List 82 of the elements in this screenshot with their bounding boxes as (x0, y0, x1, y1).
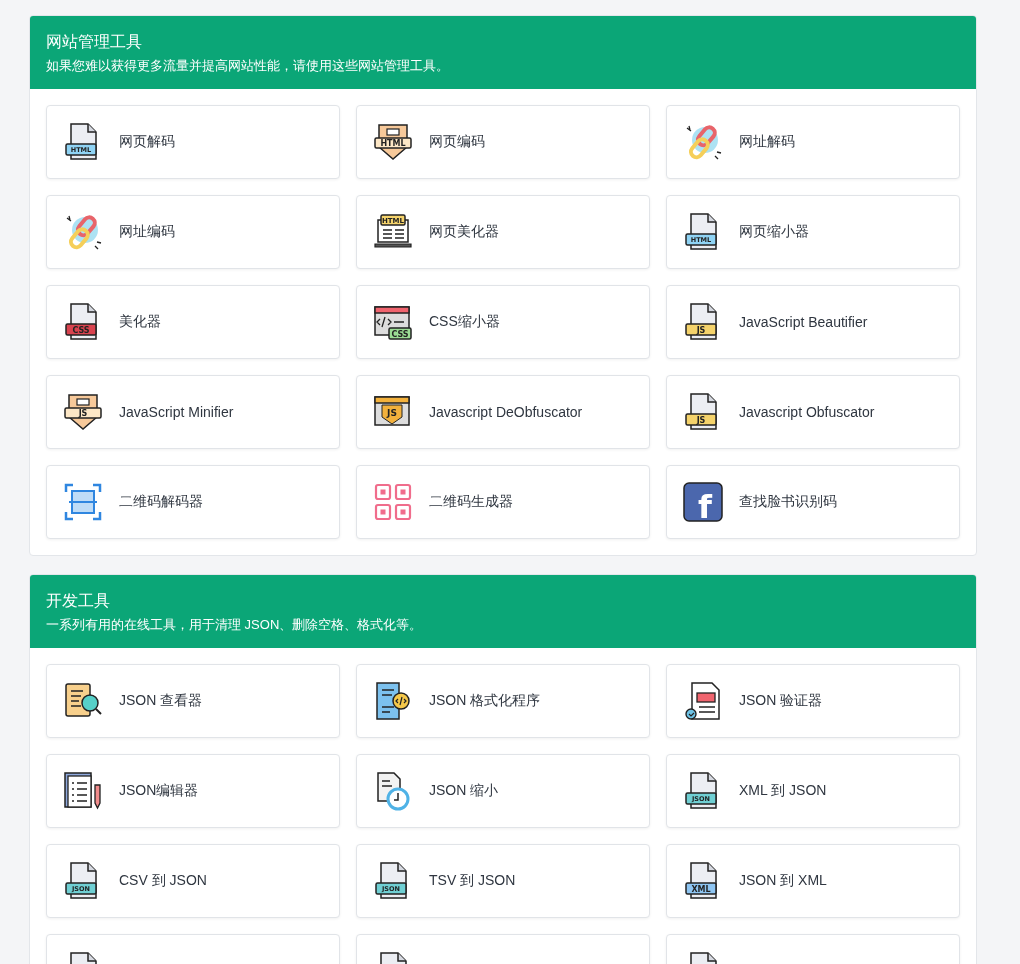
tool-name: TSV 到 JSON (429, 872, 516, 890)
chain-link-icon (66, 213, 102, 252)
section-subtitle: 一系列有用的在线工具，用于清理 JSON、删除空格、格式化等。 (46, 616, 424, 633)
tool-name: 网页解码 (119, 133, 175, 151)
tool-name: 二维码解码器 (119, 493, 203, 511)
icon-label: CSS (72, 325, 90, 335)
tool-name: JSON 查看器 (119, 692, 203, 710)
tool-card[interactable]: 二维码生成器 (356, 465, 650, 539)
tool-card[interactable]: CSS 美化器 (46, 285, 340, 359)
file-icon (375, 862, 407, 899)
file-icon (65, 862, 97, 899)
document-check-icon (685, 682, 720, 720)
tool-name: JavaScript Beautifier (739, 314, 868, 330)
tool-name: Javascript DeObfuscator (429, 404, 583, 420)
tool-name: 网页美化器 (429, 223, 499, 241)
icon-label: JS (696, 415, 706, 425)
tool-card[interactable]: HTML 网页编码 (356, 105, 650, 179)
file-icon (685, 213, 717, 250)
laptop-icon (374, 214, 412, 248)
file-icon (380, 952, 407, 964)
tool-name: JavaScript Minifier (119, 404, 234, 420)
section-subtitle: 如果您难以获得更多流量并提高网站性能，请使用这些网站管理工具。 (46, 57, 450, 74)
browser-window-icon (374, 396, 410, 426)
icon-label: XML (691, 884, 711, 894)
file-icon (685, 303, 717, 340)
tool-card[interactable]: JSON 验证器 (666, 664, 960, 738)
file-icon (65, 303, 97, 340)
section-title: 网站管理工具 (46, 32, 143, 52)
browser-window-icon (374, 306, 412, 340)
tool-card[interactable]: 网址解码 (666, 105, 960, 179)
tool-name: 网页缩小器 (739, 223, 809, 241)
tool-card[interactable]: 网址编码 (46, 195, 340, 269)
social-logo-icon (683, 482, 723, 522)
shield-icon (64, 394, 102, 430)
tool-card[interactable]: CSS CSS缩小器 (356, 285, 650, 359)
chain-link-icon (686, 123, 722, 162)
tool-card[interactable]: JS Javascript Obfuscator (666, 375, 960, 449)
shield-icon (374, 124, 412, 160)
file-icon (65, 123, 97, 160)
icon-label: JS (387, 408, 397, 418)
tool-name: 二维码生成器 (429, 493, 513, 511)
qr-code-icon (374, 483, 412, 521)
tool-card[interactable]: JSON编辑器 (46, 754, 340, 828)
tool-name: CSS缩小器 (429, 313, 500, 331)
icon-label: JS (696, 325, 706, 335)
tool-card[interactable]: JSON 格式化程序 (356, 664, 650, 738)
tool-name: JSON 缩小 (429, 782, 499, 800)
tool-name: JSON 格式化程序 (429, 692, 541, 710)
checklist-pencil-icon (64, 772, 101, 810)
icon-label: f (698, 488, 712, 526)
tool-name: 查找脸书识别码 (739, 493, 837, 511)
code-document-icon (376, 682, 410, 720)
file-icon (690, 952, 717, 964)
file-icon (685, 393, 717, 430)
document-clock-icon (377, 772, 410, 811)
tool-card[interactable]: 二维码解码器 (46, 465, 340, 539)
tool-card[interactable]: JSON 查看器 (46, 664, 340, 738)
tool-name: CSV 到 JSON (119, 872, 207, 890)
icon-label: CSS (391, 329, 409, 339)
tool-name: JSON 到 XML (739, 872, 827, 890)
icon-label: JS (78, 409, 88, 418)
file-icon (70, 952, 97, 964)
tool-card[interactable]: JS JavaScript Beautifier (666, 285, 960, 359)
tool-card[interactable]: JS Javascript DeObfuscator (356, 375, 650, 449)
document-magnifier-icon (65, 683, 102, 717)
tool-name: 网页编码 (429, 133, 485, 151)
tool-name: 美化器 (119, 313, 161, 331)
section-title: 开发工具 (46, 591, 111, 611)
tool-card[interactable]: JS JavaScript Minifier (46, 375, 340, 449)
icon-label: HTML (380, 139, 406, 148)
tool-card[interactable]: XML JSON 到 XML (666, 844, 960, 918)
tool-name: 网址解码 (739, 133, 795, 151)
tool-name: JSON编辑器 (119, 782, 199, 800)
tool-name: 网址编码 (119, 223, 175, 241)
scanner-icon (64, 483, 102, 521)
file-icon (685, 772, 717, 809)
tool-name: XML 到 JSON (739, 782, 827, 800)
tool-card[interactable]: f 查找脸书识别码 (666, 465, 960, 539)
tool-name: Javascript Obfuscator (739, 404, 875, 420)
tool-card[interactable]: JSON 缩小 (356, 754, 650, 828)
tool-name: JSON 验证器 (739, 692, 823, 710)
file-icon (685, 862, 717, 899)
